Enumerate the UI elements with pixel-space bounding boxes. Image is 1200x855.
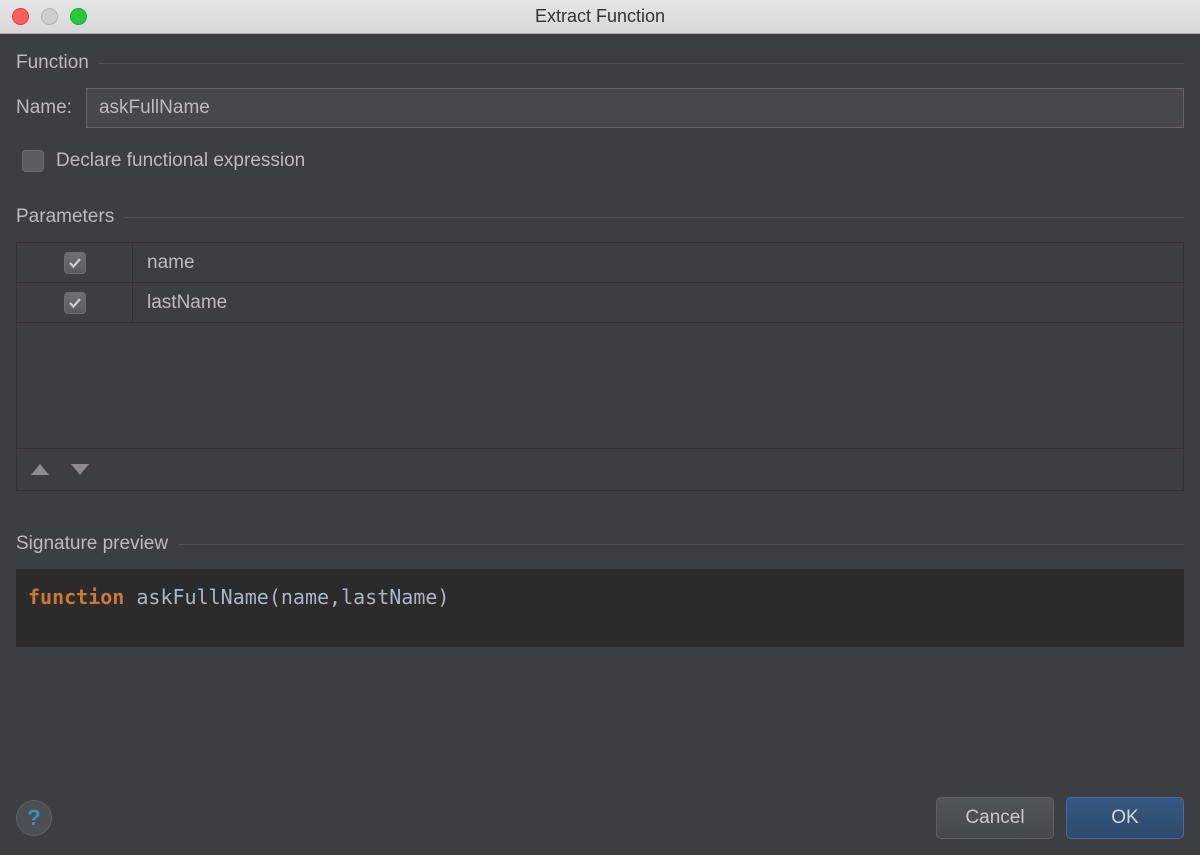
signature-preview: function askFullName(name,lastName): [16, 569, 1184, 647]
function-section-label: Function: [16, 52, 89, 74]
ok-button[interactable]: OK: [1066, 797, 1184, 839]
section-divider: [178, 544, 1184, 545]
signature-rest: askFullName(name,lastName): [124, 585, 449, 609]
signature-keyword: function: [28, 585, 124, 609]
titlebar: Extract Function: [0, 0, 1200, 34]
parameter-row[interactable]: lastName: [17, 283, 1183, 323]
check-icon: [67, 295, 83, 311]
cancel-button-label: Cancel: [965, 807, 1024, 829]
window-zoom-button[interactable]: [70, 8, 87, 25]
parameters-section-label: Parameters: [16, 206, 114, 228]
signature-section-label: Signature preview: [16, 533, 168, 555]
window-minimize-button[interactable]: [41, 8, 58, 25]
window-close-button[interactable]: [12, 8, 29, 25]
declare-functional-checkbox[interactable]: [22, 150, 44, 172]
parameter-name: name: [133, 243, 1183, 282]
help-icon: ?: [27, 805, 40, 831]
signature-section-header: Signature preview: [16, 533, 1184, 555]
parameters-table: name lastName: [16, 242, 1184, 491]
ok-button-label: OK: [1111, 807, 1138, 829]
parameter-checkbox[interactable]: [64, 252, 86, 274]
name-input[interactable]: [86, 88, 1184, 128]
parameters-section-header: Parameters: [16, 206, 1184, 228]
declare-functional-label: Declare functional expression: [56, 150, 305, 172]
parameters-toolbar: [17, 448, 1183, 490]
parameter-name: lastName: [133, 283, 1183, 322]
check-icon: [67, 255, 83, 271]
window-title: Extract Function: [0, 6, 1200, 27]
cancel-button[interactable]: Cancel: [936, 797, 1054, 839]
move-up-icon[interactable]: [31, 464, 49, 475]
name-label: Name:: [16, 97, 72, 119]
help-button[interactable]: ?: [16, 800, 52, 836]
section-divider: [99, 63, 1184, 64]
parameter-row[interactable]: name: [17, 243, 1183, 283]
move-down-icon[interactable]: [71, 464, 89, 475]
parameter-checkbox[interactable]: [64, 292, 86, 314]
section-divider: [124, 217, 1184, 218]
function-section-header: Function: [16, 52, 1184, 74]
